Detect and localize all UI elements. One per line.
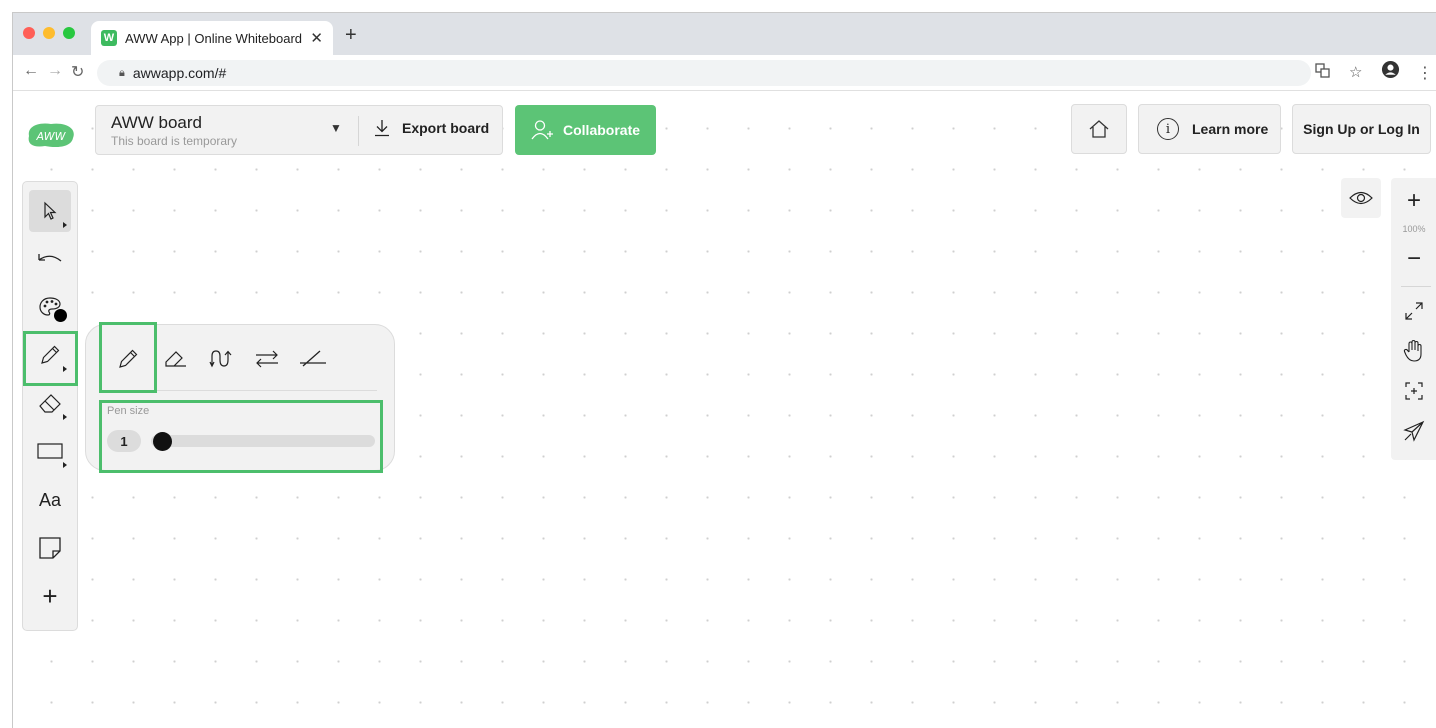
pan-tool-button[interactable] xyxy=(1391,336,1436,366)
highlighter-icon xyxy=(165,351,186,367)
tab-close-icon[interactable]: ✕ xyxy=(310,29,323,47)
close-window-button[interactable] xyxy=(23,27,35,39)
eraser-tool[interactable] xyxy=(29,382,71,424)
cursor-icon xyxy=(44,201,57,220)
text-tool[interactable]: Aa xyxy=(29,479,71,521)
eye-icon xyxy=(1349,191,1373,205)
rectangle-icon xyxy=(37,443,63,459)
left-toolbar: Aa + xyxy=(22,181,78,631)
minimize-window-button[interactable] xyxy=(43,27,55,39)
divider xyxy=(1401,286,1431,287)
sticky-note-icon xyxy=(39,537,61,559)
send-button[interactable] xyxy=(1391,416,1436,446)
sticky-note-tool[interactable] xyxy=(29,527,71,569)
color-tool[interactable] xyxy=(29,286,71,328)
pen-type-line[interactable] xyxy=(296,342,330,376)
lock-icon: 🔒︎ xyxy=(119,66,125,79)
board-selector: AWW board This board is temporary ▼ Expo… xyxy=(95,105,503,155)
hand-icon xyxy=(1403,339,1422,362)
line-pen-icon xyxy=(300,350,326,367)
aww-favicon-icon: W xyxy=(101,30,117,46)
tab-title: AWW App | Online Whiteboard fo xyxy=(125,30,305,46)
browser-tab[interactable]: W AWW App | Online Whiteboard fo ✕ xyxy=(91,21,333,55)
collaborate-button[interactable]: Collaborate xyxy=(515,105,656,155)
pen-type-arrow[interactable] xyxy=(250,342,284,376)
send-icon xyxy=(1403,420,1425,442)
pen-type-smooth[interactable] xyxy=(205,342,239,376)
account-icon[interactable] xyxy=(1381,60,1400,84)
center-view-button[interactable] xyxy=(1391,376,1436,406)
plus-icon: + xyxy=(42,580,58,611)
add-user-icon xyxy=(531,120,553,140)
board-dropdown-icon[interactable]: ▼ xyxy=(330,121,342,135)
divider xyxy=(358,116,359,146)
browser-window: W AWW App | Online Whiteboard fo ✕ + ← →… xyxy=(12,12,1436,728)
export-board-label: Export board xyxy=(402,120,490,136)
undo-icon xyxy=(38,254,62,262)
collaborate-label: Collaborate xyxy=(563,122,641,138)
reload-icon[interactable]: ↻ xyxy=(71,62,84,82)
learn-more-button[interactable]: i Learn more xyxy=(1138,104,1281,154)
current-color-swatch xyxy=(54,309,67,322)
zoom-toolbar: + 100% − xyxy=(1391,178,1436,460)
browser-toolbar: ← → ↻ 🔒︎ awwapp.com/# ☆ ⋮ xyxy=(13,55,1436,91)
zoom-out-button[interactable]: − xyxy=(1391,244,1436,274)
text-icon: Aa xyxy=(38,489,62,510)
smooth-pen-icon xyxy=(209,350,232,368)
address-bar[interactable]: 🔒︎ awwapp.com/# xyxy=(97,60,1311,86)
zoom-in-button[interactable]: + xyxy=(1391,186,1436,216)
home-icon xyxy=(1089,120,1109,138)
shape-tool[interactable] xyxy=(29,430,71,472)
board-subtitle: This board is temporary xyxy=(111,134,238,148)
new-tab-button[interactable]: + xyxy=(345,25,357,45)
select-tool[interactable] xyxy=(29,190,71,232)
url-text: awwapp.com/# xyxy=(132,65,227,81)
info-icon: i xyxy=(1157,118,1179,140)
browser-menu-icon[interactable]: ⋮ xyxy=(1417,63,1433,83)
sign-up-login-button[interactable]: Sign Up or Log In xyxy=(1292,104,1431,154)
browser-tab-bar: W AWW App | Online Whiteboard fo ✕ + xyxy=(13,13,1436,55)
fit-to-screen-button[interactable] xyxy=(1391,296,1436,326)
sign-up-login-label: Sign Up or Log In xyxy=(1303,121,1420,137)
undo-tool[interactable] xyxy=(29,238,71,280)
home-button[interactable] xyxy=(1071,104,1127,154)
export-board-button[interactable]: Export board xyxy=(374,119,489,137)
translate-icon[interactable] xyxy=(1315,63,1330,82)
eraser-icon xyxy=(39,394,61,413)
view-mode-button[interactable] xyxy=(1341,178,1381,218)
learn-more-label: Learn more xyxy=(1192,121,1269,137)
download-icon xyxy=(375,120,389,137)
svg-text:AWW: AWW xyxy=(35,130,66,143)
pen-type-highlighter[interactable] xyxy=(158,342,192,376)
pen-tool-highlight xyxy=(23,331,78,386)
board-name[interactable]: AWW board xyxy=(111,113,202,133)
zoom-level: 100% xyxy=(1402,224,1426,234)
focus-icon xyxy=(1405,382,1423,400)
maximize-window-button[interactable] xyxy=(63,27,75,39)
aww-logo[interactable]: AWW xyxy=(25,120,77,150)
arrow-pen-icon xyxy=(256,350,278,368)
pen-type-highlight xyxy=(99,322,157,393)
back-arrow-icon[interactable]: ← xyxy=(23,62,39,80)
pen-size-highlight xyxy=(99,400,383,473)
expand-icon xyxy=(1405,302,1423,320)
whiteboard-canvas[interactable]: AWW AWW board This board is temporary ▼ … xyxy=(13,92,1436,728)
add-tool[interactable]: + xyxy=(29,575,71,617)
forward-arrow-icon[interactable]: → xyxy=(47,62,63,80)
bookmark-star-icon[interactable]: ☆ xyxy=(1349,63,1362,81)
